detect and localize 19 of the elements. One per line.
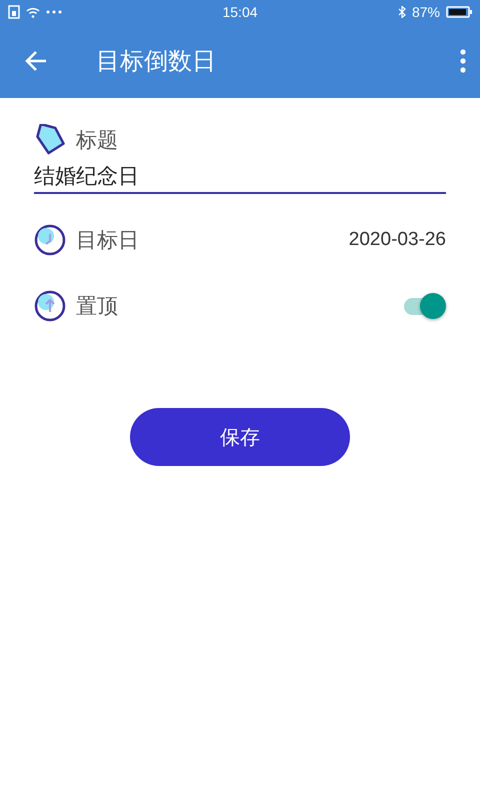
save-button[interactable]: 保存 bbox=[130, 408, 350, 466]
menu-button[interactable] bbox=[460, 49, 466, 73]
date-value[interactable]: 2020-03-26 bbox=[348, 229, 446, 251]
tag-icon bbox=[34, 124, 66, 156]
title-label: 标题 bbox=[76, 127, 118, 154]
title-input[interactable]: 结婚纪念日 bbox=[34, 164, 446, 194]
pin-toggle[interactable] bbox=[402, 291, 446, 321]
more-icon bbox=[46, 10, 62, 14]
wifi-icon bbox=[26, 6, 40, 18]
battery-icon bbox=[446, 6, 472, 18]
battery-percent: 87% bbox=[412, 4, 440, 20]
pin-label: 置顶 bbox=[76, 293, 118, 320]
clock-time: 15:04 bbox=[222, 4, 258, 20]
back-button[interactable] bbox=[24, 50, 48, 72]
date-label: 目标日 bbox=[76, 227, 139, 254]
bluetooth-icon bbox=[398, 6, 406, 18]
clock-icon bbox=[34, 224, 66, 256]
page-title: 目标倒数日 bbox=[96, 46, 217, 77]
sim-icon bbox=[8, 5, 20, 19]
